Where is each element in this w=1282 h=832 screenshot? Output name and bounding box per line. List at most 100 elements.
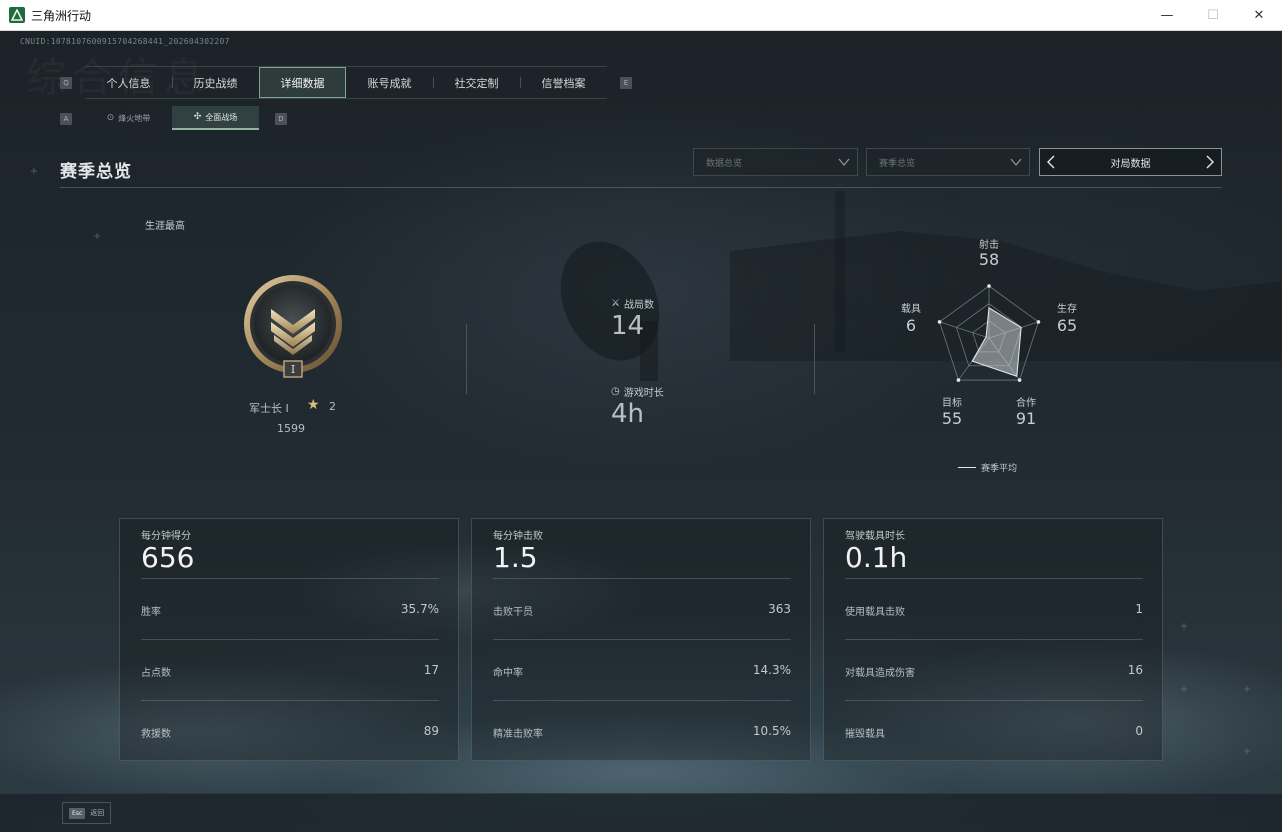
card-row-label: 命中率 [493, 668, 523, 679]
radar-label-survival: 生存 [1057, 304, 1077, 315]
chevron-right-icon[interactable] [1202, 155, 1216, 169]
card-row-label: 救援数 [141, 729, 171, 740]
card-divider [845, 639, 1143, 640]
radar-vertex-dot [956, 378, 961, 382]
crossed-swords-icon: ⚔ [611, 298, 620, 309]
card-row-value: 35.7% [400, 602, 439, 616]
subtab-warfare[interactable]: ✣ 全面战场 [172, 106, 259, 130]
radar-axis-line [939, 321, 990, 339]
chevron-down-icon [1010, 158, 1022, 167]
kills-per-minute-card: 每分钟击败 1.5 击败干员 363 命中率 14.3% 精准击败率 10.5% [471, 518, 811, 761]
match-data-pager: 对局数据 [1039, 148, 1222, 176]
card-divider [493, 578, 791, 579]
card-head-label: 每分钟击败 [493, 531, 543, 542]
game-viewport: CNUID:1078107600915704268441_20260430220… [0, 31, 1282, 832]
radar-value-objective: 55 [941, 409, 963, 428]
card-divider [493, 700, 791, 701]
pager-label: 对局数据 [1110, 158, 1151, 170]
rank-score: 1599 [277, 422, 305, 435]
season-dropdown[interactable]: 赛季总览 [866, 148, 1030, 176]
mode-subtabs: ⊙ 烽火地带 ✣ 全面战场 [85, 106, 259, 130]
radar-label-shooting: 射击 [979, 240, 999, 251]
back-button[interactable]: Esc 返回 [62, 802, 112, 824]
rank-star-count: 2 [329, 400, 336, 413]
radar-legend-label: 赛季平均 [981, 464, 1018, 474]
minimize-button[interactable]: — [1144, 0, 1190, 31]
playtime-value: 4h [611, 399, 645, 429]
card-row-label: 对载具造成伤害 [845, 668, 915, 679]
card-divider [141, 639, 439, 640]
star-icon: ★ [307, 397, 320, 413]
score-per-minute-card: 每分钟得分 656 胜率 35.7% 占点数 17 救援数 89 [119, 518, 459, 761]
card-head-label: 驾驶载具时长 [845, 531, 905, 542]
tab-detailed-data[interactable]: 详细数据 [259, 67, 346, 98]
subtab-operations[interactable]: ⊙ 烽火地带 [85, 106, 172, 130]
radar-value-vehicle: 6 [905, 316, 917, 335]
subtab-warfare-label: 全面战场 [205, 112, 238, 122]
section-title: 赛季总览 [60, 162, 132, 182]
season-dropdown-value: 赛季总览 [879, 158, 916, 169]
tab-achievements[interactable]: 账号成就 [346, 67, 433, 98]
tab-history[interactable]: 历史战绩 [172, 67, 259, 98]
card-row-value: 10.5% [752, 724, 791, 738]
tab-social[interactable]: 社交定制 [433, 67, 520, 98]
card-head-value: 0.1h [845, 541, 908, 574]
back-label: 返回 [90, 809, 105, 817]
crosshair-icon: ✣ [193, 112, 202, 122]
subtab-operations-label: 烽火地带 [118, 113, 151, 123]
card-row-value: 14.3% [752, 663, 791, 677]
card-row-label: 占点数 [141, 668, 171, 679]
maximize-button[interactable]: ☐ [1190, 0, 1236, 31]
keyhint-prev-tab: Q [60, 77, 72, 89]
card-divider [845, 578, 1143, 579]
target-icon: ⊙ [106, 113, 115, 123]
matches-label: ⚔ 战局数 [611, 296, 654, 311]
close-button[interactable]: ✕ [1236, 0, 1282, 31]
app-logo-icon [9, 7, 25, 23]
card-row-value: 89 [423, 724, 439, 738]
legend-line [958, 467, 976, 468]
chevron-left-icon[interactable] [1045, 155, 1059, 169]
clock-icon: ◷ [611, 386, 620, 397]
card-row-value: 0 [1135, 724, 1143, 738]
card-divider [845, 700, 1143, 701]
main-tabs: 个人信息 历史战绩 详细数据 账号成就 社交定制 信誉档案 [85, 66, 607, 99]
section-divider [60, 187, 1222, 188]
card-row-label: 击败干员 [493, 607, 533, 618]
playtime-label-text: 游戏时长 [623, 388, 664, 399]
radar-value-shooting: 58 [978, 250, 1000, 269]
card-head-value: 1.5 [493, 541, 538, 574]
card-divider [141, 700, 439, 701]
card-row-value: 16 [1127, 663, 1143, 677]
divider [814, 324, 815, 394]
card-row-value: 363 [768, 602, 791, 616]
card-row-value: 1 [1135, 602, 1143, 616]
keyhint-next-tab: E [620, 77, 632, 89]
radar-label-teamwork: 合作 [1016, 398, 1036, 409]
radar-value-survival: 65 [1056, 316, 1078, 335]
esc-key-hint: Esc [69, 807, 86, 819]
data-type-dropdown-value: 数据总览 [706, 158, 743, 169]
card-head-value: 656 [141, 541, 195, 574]
radar-legend: 赛季平均 [958, 461, 1017, 474]
window-title: 三角洲行动 [31, 8, 92, 23]
card-row-label: 使用载具击败 [845, 607, 905, 618]
radar-vertex-dot [1036, 320, 1041, 324]
data-type-dropdown[interactable]: 数据总览 [693, 148, 858, 176]
badge-numeral: I [291, 363, 295, 376]
tab-reputation[interactable]: 信誉档案 [520, 67, 607, 98]
radar-vertex-dot [987, 284, 991, 288]
chevron-down-icon [838, 158, 850, 167]
card-row-value: 17 [423, 663, 439, 677]
keyhint-prev-subtab: A [60, 113, 72, 125]
rank-badge-icon: I [244, 275, 342, 378]
rank-name: 军士长 I [249, 402, 289, 415]
ability-radar-chart [937, 284, 1041, 382]
card-row-label: 胜率 [141, 607, 161, 618]
matches-value: 14 [611, 311, 645, 341]
bottom-bar: Esc 返回 [0, 793, 1282, 832]
playtime-label: ◷ 游戏时长 [611, 384, 664, 399]
tab-personal-info[interactable]: 个人信息 [85, 67, 172, 98]
keyhint-next-subtab: D [275, 113, 287, 125]
card-divider [493, 639, 791, 640]
